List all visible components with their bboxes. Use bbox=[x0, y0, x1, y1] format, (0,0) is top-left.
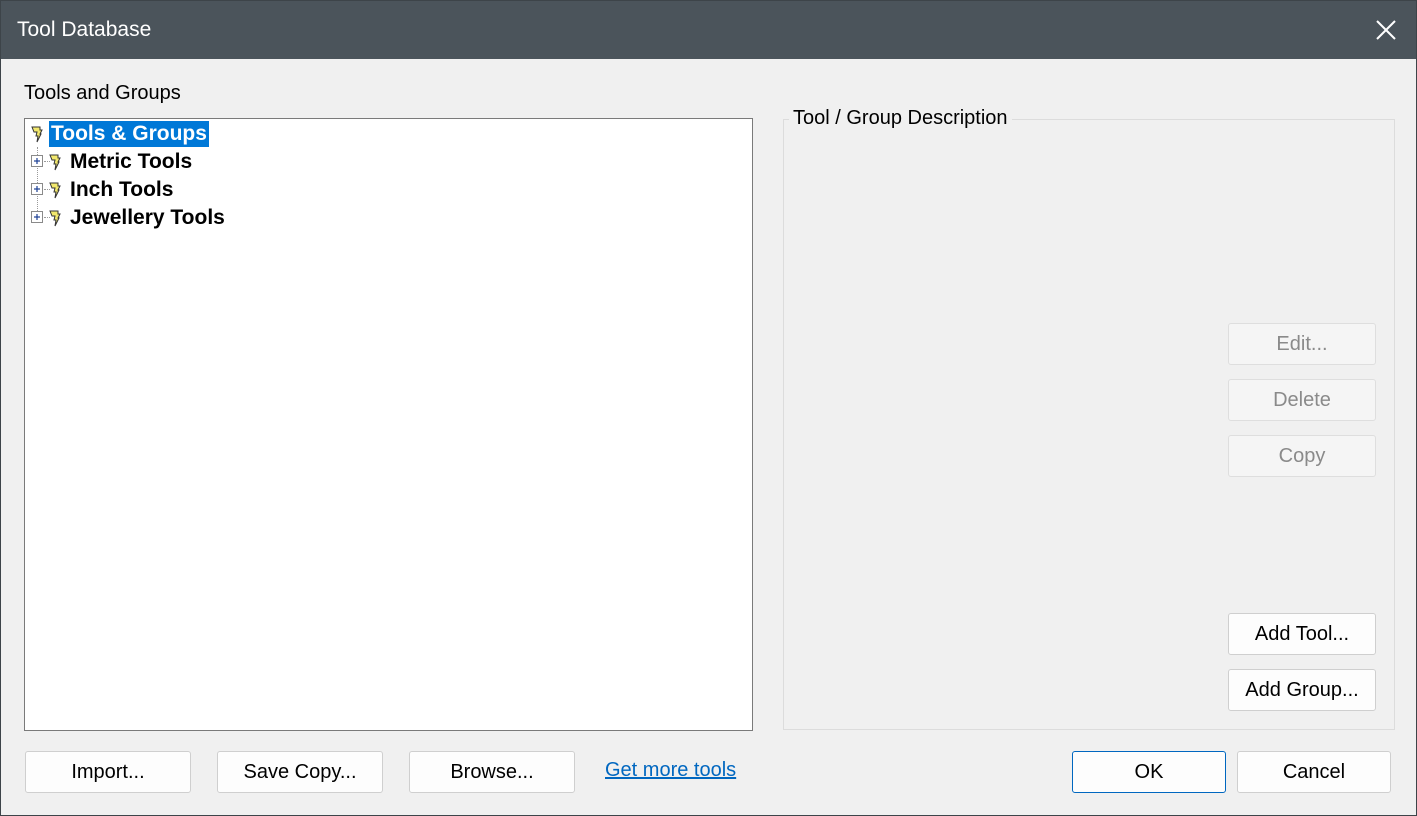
edit-button[interactable]: Edit... bbox=[1228, 323, 1376, 365]
save-copy-button[interactable]: Save Copy... bbox=[217, 751, 383, 793]
close-icon bbox=[1376, 20, 1396, 40]
description-groupbox-title: Tool / Group Description bbox=[789, 107, 1012, 130]
add-group-button[interactable]: Add Group... bbox=[1228, 669, 1376, 711]
copy-button[interactable]: Copy bbox=[1228, 435, 1376, 477]
tools-tree[interactable]: Tools & Groups Metric Tools Inch Tools J… bbox=[24, 118, 753, 731]
tree-node-label[interactable]: Inch Tools bbox=[68, 177, 175, 203]
plus-icon bbox=[34, 214, 40, 220]
tool-group-icon bbox=[49, 210, 61, 227]
tool-group-icon bbox=[49, 182, 61, 199]
ok-button[interactable]: OK bbox=[1072, 751, 1226, 793]
tool-database-dialog: Tool Database Tools and Groups Tools & G… bbox=[0, 0, 1417, 816]
add-tool-button[interactable]: Add Tool... bbox=[1228, 613, 1376, 655]
close-button[interactable] bbox=[1370, 14, 1402, 46]
tree-node-label[interactable]: Tools & Groups bbox=[49, 121, 209, 147]
tools-and-groups-label: Tools and Groups bbox=[24, 82, 181, 104]
tool-group-icon bbox=[31, 126, 43, 143]
tool-group-icon bbox=[49, 154, 61, 171]
tree-node-label[interactable]: Jewellery Tools bbox=[68, 205, 227, 231]
tree-node-label[interactable]: Metric Tools bbox=[68, 149, 194, 175]
get-more-tools-link[interactable]: Get more tools bbox=[605, 759, 736, 782]
title-bar: Tool Database bbox=[1, 1, 1416, 59]
expand-toggle[interactable] bbox=[31, 211, 43, 223]
browse-button[interactable]: Browse... bbox=[409, 751, 575, 793]
cancel-button[interactable]: Cancel bbox=[1237, 751, 1391, 793]
expand-toggle[interactable] bbox=[31, 155, 43, 167]
expand-toggle[interactable] bbox=[31, 183, 43, 195]
import-button[interactable]: Import... bbox=[25, 751, 191, 793]
delete-button[interactable]: Delete bbox=[1228, 379, 1376, 421]
plus-icon bbox=[34, 186, 40, 192]
window-title: Tool Database bbox=[17, 18, 152, 41]
plus-icon bbox=[34, 158, 40, 164]
